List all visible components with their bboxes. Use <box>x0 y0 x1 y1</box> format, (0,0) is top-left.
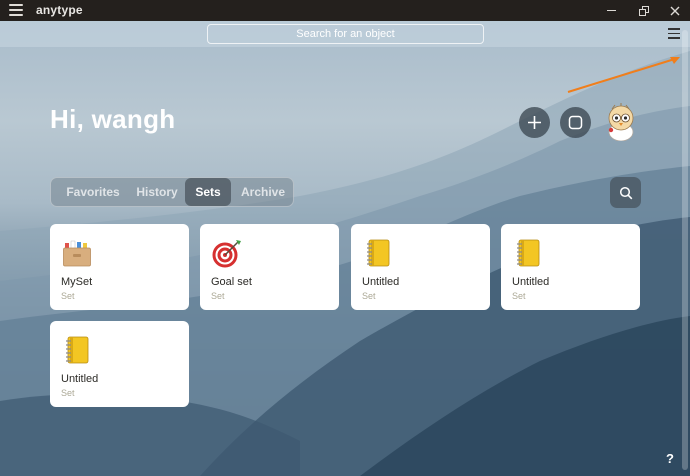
tab-bar: Favorites History Sets Archive <box>50 177 294 207</box>
card-type: Set <box>512 291 526 301</box>
set-card[interactable]: Untitled Set <box>50 321 189 407</box>
annotation-arrow-icon <box>567 57 680 93</box>
tab-archive[interactable]: Archive <box>235 178 291 206</box>
app-title: anytype <box>36 3 83 17</box>
set-card[interactable]: Goal set Set <box>200 224 339 310</box>
set-card[interactable]: Untitled Set <box>351 224 490 310</box>
notebook-icon <box>517 239 540 267</box>
search-button[interactable] <box>610 177 641 208</box>
search-icon <box>619 186 632 199</box>
card-type: Set <box>61 388 75 398</box>
notebook-icon <box>66 336 89 364</box>
minimize-icon <box>606 9 616 12</box>
card-title: Goal set <box>211 276 252 288</box>
add-object-button[interactable] <box>519 107 550 138</box>
card-type: Set <box>362 291 376 301</box>
nav-menu-icon[interactable] <box>668 28 680 39</box>
set-card[interactable]: MySet Set <box>50 224 189 310</box>
target-icon <box>212 240 241 268</box>
search-input[interactable]: Search for an object <box>207 24 484 44</box>
hamburger-menu-icon[interactable] <box>9 4 23 17</box>
tab-favorites[interactable]: Favorites <box>57 178 129 206</box>
scrollbar[interactable] <box>682 30 688 470</box>
tab-sets[interactable]: Sets <box>185 178 231 206</box>
square-icon <box>568 115 583 130</box>
page-title: Hi, wangh <box>50 104 176 134</box>
help-button[interactable]: ? <box>666 451 674 466</box>
card-type: Set <box>211 291 225 301</box>
store-button[interactable] <box>560 107 591 138</box>
card-title: Untitled <box>512 276 550 288</box>
close-button[interactable] <box>660 0 690 21</box>
minimize-button[interactable] <box>596 0 626 21</box>
restore-button[interactable] <box>629 0 659 21</box>
card-type: Set <box>61 291 75 301</box>
card-title: MySet <box>61 276 93 288</box>
card-title: Untitled <box>61 373 99 385</box>
tab-history[interactable]: History <box>129 178 185 206</box>
avatar[interactable] <box>602 103 640 141</box>
file-box-icon <box>63 240 91 267</box>
title-bar: anytype <box>0 0 690 21</box>
close-icon <box>670 6 680 15</box>
card-title: Untitled <box>362 276 400 288</box>
restore-icon <box>639 5 649 16</box>
notebook-icon <box>367 239 390 267</box>
plus-icon <box>528 116 541 129</box>
set-card[interactable]: Untitled Set <box>501 224 640 310</box>
